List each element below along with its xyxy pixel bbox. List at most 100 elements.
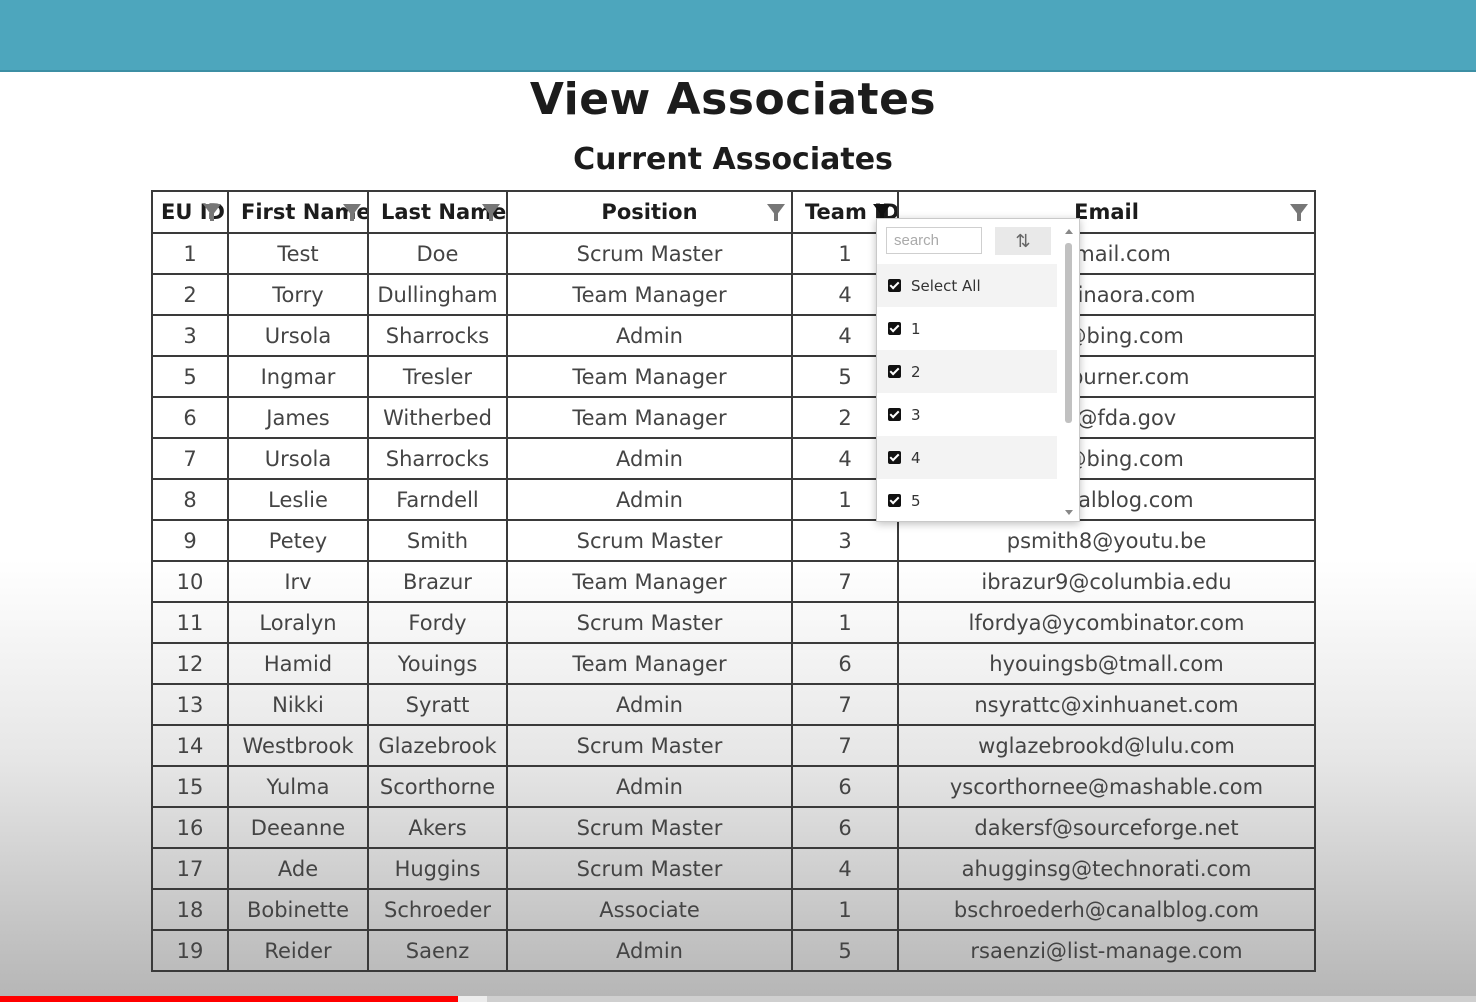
filter-option-label: 3 bbox=[911, 405, 921, 424]
table-row[interactable]: 5 Ingmar Tresler Team Manager 5 feedburner.co… bbox=[151, 355, 1316, 398]
checkbox-checked-icon[interactable] bbox=[888, 408, 901, 421]
column-header-position[interactable]: Position bbox=[506, 190, 793, 234]
table-row[interactable]: 18 Bobinette Schroeder Associate 1 bschroeder… bbox=[151, 888, 1316, 931]
filter-icon[interactable] bbox=[343, 204, 361, 221]
cell-eu-id: 6 bbox=[151, 396, 229, 439]
cell-position: Admin bbox=[506, 437, 793, 480]
cell-first-name: Westbrook bbox=[227, 724, 369, 767]
cell-email: bschroederh@canalblog.com bbox=[897, 888, 1316, 931]
table-row[interactable]: 10 Irv Brazur Team Manager 7 ibrazur9@columbi… bbox=[151, 560, 1316, 603]
table-row[interactable]: 17 Ade Huggins Scrum Master 4 ahugginsg@techn… bbox=[151, 847, 1316, 890]
table-row[interactable]: 2 Torry Dullingham Team Manager 4 n1@vinaora.… bbox=[151, 273, 1316, 316]
filter-icon[interactable] bbox=[873, 204, 891, 221]
cell-position: Team Manager bbox=[506, 355, 793, 398]
cell-eu-id: 5 bbox=[151, 355, 229, 398]
cell-position: Admin bbox=[506, 683, 793, 726]
filter-option[interactable]: 5 bbox=[877, 479, 1057, 521]
table-row[interactable]: 19 Reider Saenz Admin 5 rsaenzi@list-manage.c… bbox=[151, 929, 1316, 972]
checkbox-checked-icon[interactable] bbox=[888, 322, 901, 335]
cell-last-name: Akers bbox=[367, 806, 508, 849]
filter-icon[interactable] bbox=[482, 204, 500, 221]
cell-last-name: Sharrocks bbox=[367, 314, 508, 357]
table-row[interactable]: 12 Hamid Youings Team Manager 6 hyouingsb@tma… bbox=[151, 642, 1316, 685]
cell-position: Scrum Master bbox=[506, 519, 793, 562]
table-row[interactable]: 13 Nikki Syratt Admin 7 nsyrattc@xinhuanet.co… bbox=[151, 683, 1316, 726]
scroll-down-icon[interactable] bbox=[1065, 510, 1073, 515]
filter-option[interactable]: 2 bbox=[877, 350, 1057, 393]
app-header-bar bbox=[0, 0, 1476, 70]
filter-option-select-all[interactable]: Select All bbox=[877, 264, 1057, 307]
cell-position: Admin bbox=[506, 478, 793, 521]
filter-options-list: Select All 1 2 3 4 5 bbox=[877, 264, 1057, 520]
scrollbar-thumb[interactable] bbox=[1065, 243, 1072, 423]
cell-last-name: Tresler bbox=[367, 355, 508, 398]
cell-eu-id: 18 bbox=[151, 888, 229, 931]
video-progress-bar[interactable] bbox=[0, 996, 1476, 1002]
column-header-label: Position bbox=[601, 200, 698, 224]
checkbox-checked-icon[interactable] bbox=[888, 365, 901, 378]
cell-first-name: Ingmar bbox=[227, 355, 369, 398]
cell-first-name: Irv bbox=[227, 560, 369, 603]
checkbox-checked-icon[interactable] bbox=[888, 451, 901, 464]
cell-first-name: Nikki bbox=[227, 683, 369, 726]
table-row[interactable]: 15 Yulma Scorthorne Admin 6 yscorthornee@mash… bbox=[151, 765, 1316, 808]
filter-option-label: 5 bbox=[911, 491, 921, 510]
cell-team-id: 5 bbox=[791, 929, 899, 972]
cell-email: rsaenzi@list-manage.com bbox=[897, 929, 1316, 972]
checkbox-checked-icon[interactable] bbox=[888, 279, 901, 292]
filter-search-input[interactable] bbox=[886, 227, 982, 254]
cell-eu-id: 15 bbox=[151, 765, 229, 808]
cell-first-name: Deeanne bbox=[227, 806, 369, 849]
cell-last-name: Witherbed bbox=[367, 396, 508, 439]
table-row[interactable]: 16 Deeanne Akers Scrum Master 6 dakersf@sourc… bbox=[151, 806, 1316, 849]
dropdown-scrollbar[interactable] bbox=[1063, 225, 1075, 517]
filter-option-label: 4 bbox=[911, 448, 921, 467]
video-played bbox=[0, 996, 458, 1002]
cell-position: Admin bbox=[506, 314, 793, 357]
checkbox-checked-icon[interactable] bbox=[888, 494, 901, 507]
column-header-eu-id[interactable]: EU ID bbox=[151, 190, 229, 234]
table-body: 1 Test Doe Scrum Master 1 stemail.com 2 Torry Du… bbox=[151, 232, 1316, 972]
filter-icon[interactable] bbox=[203, 204, 221, 221]
filter-icon[interactable] bbox=[1290, 204, 1308, 221]
table-row[interactable]: 14 Westbrook Glazebrook Scrum Master 7 wglaze… bbox=[151, 724, 1316, 767]
filter-option[interactable]: 4 bbox=[877, 436, 1057, 479]
cell-eu-id: 17 bbox=[151, 847, 229, 890]
cell-first-name: Torry bbox=[227, 273, 369, 316]
cell-position: Admin bbox=[506, 929, 793, 972]
cell-email: psmith8@youtu.be bbox=[897, 519, 1316, 562]
cell-last-name: Schroeder bbox=[367, 888, 508, 931]
cell-first-name: James bbox=[227, 396, 369, 439]
filter-option-label: Select All bbox=[911, 276, 981, 295]
cell-email: wglazebrookd@lulu.com bbox=[897, 724, 1316, 767]
cell-team-id: 4 bbox=[791, 847, 899, 890]
filter-icon[interactable] bbox=[767, 204, 785, 221]
column-header-first-name[interactable]: First Name bbox=[227, 190, 369, 234]
team-id-filter-dropdown[interactable]: ⇅ Select All 1 2 3 4 5 bbox=[876, 218, 1080, 522]
sort-arrows-icon[interactable]: ⇅ bbox=[995, 227, 1051, 255]
cell-last-name: Doe bbox=[367, 232, 508, 275]
cell-team-id: 6 bbox=[791, 642, 899, 685]
table-row[interactable]: 11 Loralyn Fordy Scrum Master 1 lfordya@ycomb… bbox=[151, 601, 1316, 644]
cell-email: nsyrattc@xinhuanet.com bbox=[897, 683, 1316, 726]
filter-option[interactable]: 1 bbox=[877, 307, 1057, 350]
cell-team-id: 3 bbox=[791, 519, 899, 562]
table-row[interactable]: 7 Ursola Sharrocks Admin 4 ks6@bing.com bbox=[151, 437, 1316, 480]
cell-position: Team Manager bbox=[506, 560, 793, 603]
cell-eu-id: 13 bbox=[151, 683, 229, 726]
cell-eu-id: 2 bbox=[151, 273, 229, 316]
table-row[interactable]: 8 Leslie Farndell Admin 1 @canalblog.com bbox=[151, 478, 1316, 521]
column-header-label: Email bbox=[1074, 200, 1139, 224]
column-header-last-name[interactable]: Last Name bbox=[367, 190, 508, 234]
table-row[interactable]: 9 Petey Smith Scrum Master 3 psmith8@youtu.be bbox=[151, 519, 1316, 562]
table-row[interactable]: 1 Test Doe Scrum Master 1 stemail.com bbox=[151, 232, 1316, 275]
scroll-up-icon[interactable] bbox=[1065, 229, 1073, 234]
cell-team-id: 6 bbox=[791, 765, 899, 808]
filter-option[interactable]: 3 bbox=[877, 393, 1057, 436]
cell-email: ibrazur9@columbia.edu bbox=[897, 560, 1316, 603]
filter-option-label: 2 bbox=[911, 362, 921, 381]
table-row[interactable]: 6 James Witherbed Team Manager 2 ed5@fda.gov bbox=[151, 396, 1316, 439]
table-row[interactable]: 3 Ursola Sharrocks Admin 4 ks6@bing.com bbox=[151, 314, 1316, 357]
page-title: View Associates bbox=[529, 74, 937, 125]
cell-position: Team Manager bbox=[506, 396, 793, 439]
